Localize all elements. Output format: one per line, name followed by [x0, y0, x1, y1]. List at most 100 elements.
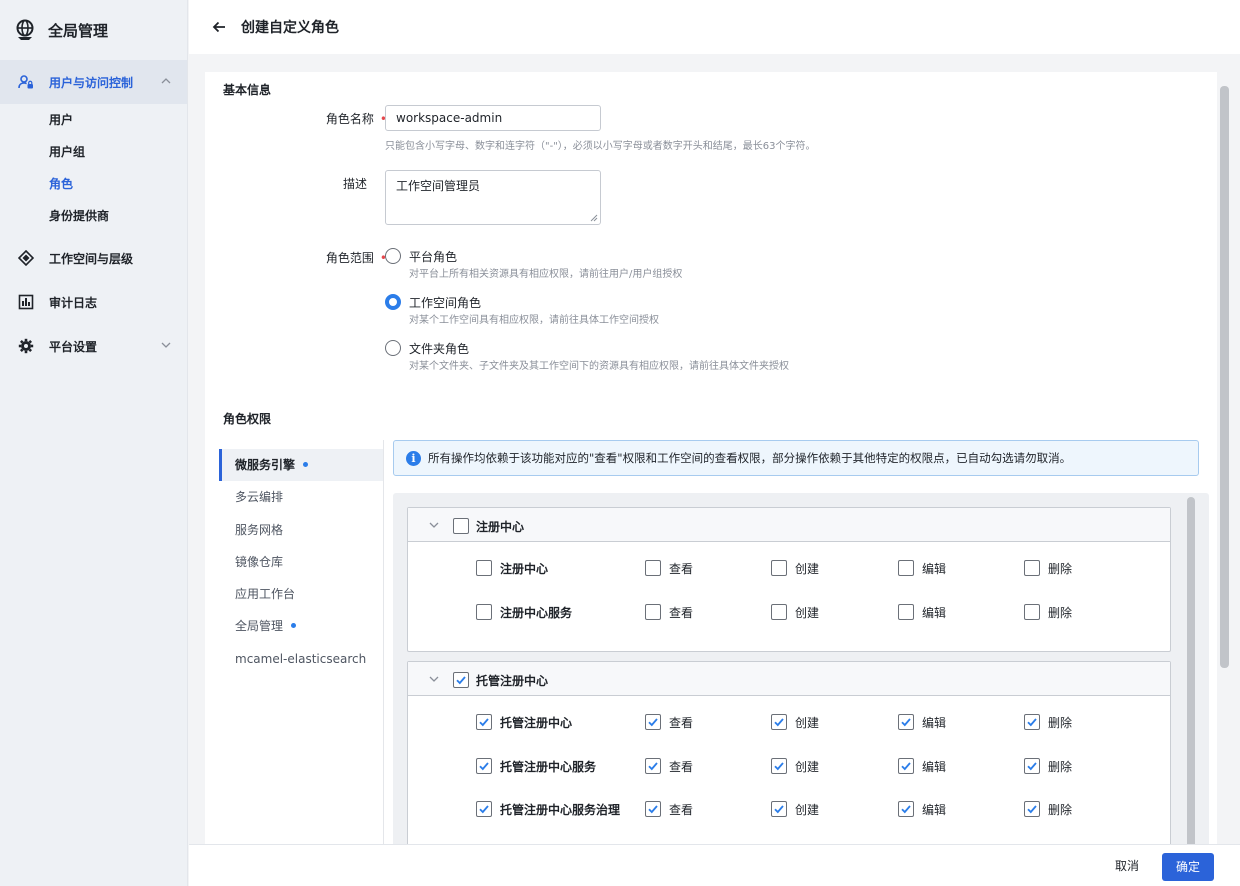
view-checkbox[interactable]	[645, 801, 661, 817]
nav-user-access-label: 用户与访问控制	[49, 75, 134, 90]
brand-title: 全局管理	[48, 21, 109, 40]
perm-row: 托管注册中心服务 查看 创建 编辑 删除	[408, 756, 1170, 776]
radio-platform[interactable]	[385, 248, 401, 264]
row-checkbox[interactable]	[476, 604, 492, 620]
scope-workspace-title: 工作空间角色	[409, 296, 482, 310]
confirm-button[interactable]: 确定	[1162, 853, 1214, 881]
chevron-down-icon[interactable]	[428, 519, 440, 531]
op-edit-label: 编辑	[922, 803, 947, 817]
op-edit-label: 编辑	[922, 606, 947, 620]
perm-group-registry: 注册中心 注册中心 查看 创建 编辑 删除 注册中心服务 查看 创建 编辑 删除	[407, 507, 1171, 652]
tab-app-workbench[interactable]: 应用工作台	[219, 578, 383, 610]
op-edit-label: 编辑	[922, 716, 947, 730]
edit-checkbox[interactable]	[898, 714, 914, 730]
sidebar-item-roles[interactable]: 角色	[0, 168, 187, 200]
resize-handle-icon[interactable]	[590, 214, 598, 222]
row-checkbox[interactable]	[476, 758, 492, 774]
section-basic-info: 基本信息	[223, 83, 272, 97]
delete-checkbox[interactable]	[1024, 560, 1040, 576]
scope-workspace-desc: 对某个工作空间具有相应权限，请前往具体工作空间授权	[409, 315, 659, 326]
role-name-input[interactable]	[385, 105, 601, 131]
delete-checkbox[interactable]	[1024, 714, 1040, 730]
cancel-button[interactable]: 取消	[1107, 855, 1147, 877]
tab-microservice-engine[interactable]: 微服务引擎	[219, 449, 383, 482]
create-checkbox[interactable]	[771, 758, 787, 774]
op-edit-label: 编辑	[922, 760, 947, 774]
sidebar-item-user-groups[interactable]: 用户组	[0, 136, 187, 168]
group-name: 注册中心	[476, 520, 525, 534]
chart-icon	[18, 294, 34, 310]
nav-user-access[interactable]: 用户与访问控制	[0, 60, 187, 104]
nav-workspace[interactable]: 工作空间与层级	[0, 236, 187, 280]
chevron-down-icon[interactable]	[428, 673, 440, 685]
sidebar-item-users[interactable]: 用户	[0, 104, 187, 136]
nav-audit-label: 审计日志	[49, 295, 98, 310]
op-create-label: 创建	[795, 803, 820, 817]
create-checkbox[interactable]	[771, 560, 787, 576]
radio-folder[interactable]	[385, 340, 401, 356]
tabs-divider	[383, 440, 384, 844]
op-view-label: 查看	[669, 760, 694, 774]
delete-checkbox[interactable]	[1024, 758, 1040, 774]
scope-platform-title: 平台角色	[409, 250, 458, 264]
layers-icon	[18, 250, 34, 266]
perm-row-name: 托管注册中心	[500, 716, 573, 730]
view-checkbox[interactable]	[645, 758, 661, 774]
create-checkbox[interactable]	[771, 801, 787, 817]
op-create-label: 创建	[795, 760, 820, 774]
tab-service-mesh[interactable]: 服务网格	[219, 514, 383, 546]
tab-mcamel-elasticsearch[interactable]: mcamel-elasticsearch	[219, 643, 383, 675]
nav-audit[interactable]: 审计日志	[0, 280, 187, 324]
perm-row-name: 托管注册中心服务	[500, 760, 597, 774]
op-delete-label: 删除	[1048, 606, 1073, 620]
permission-tabs: 微服务引擎 多云编排 服务网格 镜像仓库 应用工作台 全局管理 mcamel-e…	[219, 449, 383, 675]
tab-global-management[interactable]: 全局管理	[219, 610, 383, 642]
edit-checkbox[interactable]	[898, 758, 914, 774]
perm-group-hosted-registry: 托管注册中心 托管注册中心 查看 创建 编辑 删除 托管注册中心服务 查看 创建…	[407, 661, 1171, 844]
role-name-label-text: 角色名称	[325, 112, 374, 126]
inner-scrollbar[interactable]	[1187, 497, 1195, 844]
back-arrow-icon[interactable]	[211, 19, 227, 35]
tab-image-registry[interactable]: 镜像仓库	[219, 546, 383, 578]
row-checkbox[interactable]	[476, 801, 492, 817]
group-header[interactable]: 托管注册中心	[408, 662, 1170, 696]
edit-checkbox[interactable]	[898, 604, 914, 620]
group-header[interactable]: 注册中心	[408, 508, 1170, 542]
op-view-label: 查看	[669, 803, 694, 817]
page-title: 创建自定义角色	[241, 20, 339, 36]
perm-row-name: 托管注册中心服务治理	[500, 803, 621, 817]
tab-label: 应用工作台	[235, 587, 296, 602]
op-create-label: 创建	[795, 562, 820, 576]
delete-checkbox[interactable]	[1024, 604, 1040, 620]
view-checkbox[interactable]	[645, 714, 661, 730]
tab-multicloud[interactable]: 多云编排	[219, 481, 383, 513]
section-role-permissions: 角色权限	[223, 412, 272, 426]
description-textarea[interactable]: 工作空间管理员	[385, 170, 601, 225]
view-checkbox[interactable]	[645, 560, 661, 576]
perm-row-name: 注册中心	[500, 562, 549, 576]
nav-workspace-label: 工作空间与层级	[49, 251, 134, 266]
permission-notice: i 所有操作均依赖于该功能对应的"查看"权限和工作空间的查看权限，部分操作依赖于…	[393, 440, 1199, 476]
delete-checkbox[interactable]	[1024, 801, 1040, 817]
role-scope-label: 角色范围 •	[307, 249, 387, 266]
sidebar: 全局管理 用户与访问控制 用户 用户组 角色 身份提供商 工作空间与层级 审计日…	[0, 0, 188, 886]
view-checkbox[interactable]	[645, 604, 661, 620]
group-checkbox[interactable]	[453, 518, 469, 534]
op-delete-label: 删除	[1048, 803, 1073, 817]
radio-workspace[interactable]	[385, 294, 401, 310]
create-checkbox[interactable]	[771, 714, 787, 730]
scope-folder-desc: 对某个文件夹、子文件夹及其工作空间下的资源具有相应权限，请前往具体文件夹授权	[409, 361, 789, 372]
edit-checkbox[interactable]	[898, 801, 914, 817]
create-checkbox[interactable]	[771, 604, 787, 620]
sidebar-item-idp[interactable]: 身份提供商	[0, 200, 187, 232]
row-checkbox[interactable]	[476, 714, 492, 730]
brand[interactable]: 全局管理	[0, 0, 187, 60]
nav-platform-settings[interactable]: 平台设置	[0, 324, 187, 368]
row-checkbox[interactable]	[476, 560, 492, 576]
op-delete-label: 删除	[1048, 562, 1073, 576]
chevron-up-icon[interactable]	[159, 74, 173, 88]
edit-checkbox[interactable]	[898, 560, 914, 576]
chevron-down-icon[interactable]	[159, 338, 173, 352]
page-scrollbar[interactable]	[1220, 86, 1229, 668]
group-checkbox[interactable]	[453, 672, 469, 688]
